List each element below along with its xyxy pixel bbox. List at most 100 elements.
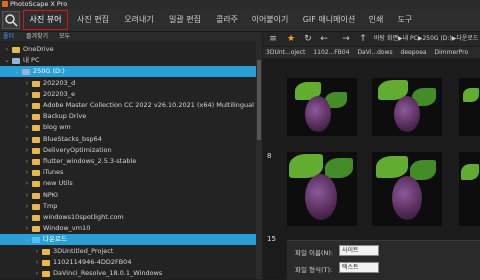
chevron-down-icon[interactable]: ⌄	[4, 55, 10, 66]
tree-item-label: NPKI	[43, 190, 58, 199]
chevron-right-icon[interactable]: ›	[24, 178, 30, 189]
tree-item[interactable]: › 1102114946-4DD2FB04	[0, 257, 262, 268]
tree-item[interactable]: ⌄ 내 PC	[0, 55, 262, 66]
folder-icon	[32, 226, 40, 233]
folder-icon	[32, 147, 40, 154]
subfolder-item[interactable]: 3DUnt...oject	[266, 47, 305, 58]
menu-icon[interactable]: ≡	[267, 33, 279, 45]
subfolder-item[interactable]: DaVi...dows	[357, 47, 392, 58]
search-button[interactable]	[2, 11, 20, 29]
chevron-right-icon[interactable]: ›	[24, 89, 30, 100]
tree-item[interactable]: › Adobe Master Collection CC 2022 v26.10.…	[0, 100, 262, 111]
tree-item-label: blog wm	[43, 123, 71, 132]
arrow-left-icon[interactable]: ←	[318, 33, 330, 45]
tree-item[interactable]: › Tmp	[0, 201, 262, 212]
tree-item[interactable]: ⌄ 250G (D:)	[0, 66, 262, 78]
chevron-right-icon[interactable]: ›	[4, 44, 10, 55]
tree-item-label: OneDrive	[23, 45, 54, 53]
tab-all[interactable]: 모두	[59, 32, 70, 41]
photo-thumbnail[interactable]	[372, 78, 442, 136]
app-title: PhotoScape X Pro	[10, 0, 68, 8]
refresh-icon[interactable]: ↻	[302, 33, 314, 45]
chevron-right-icon[interactable]: ›	[24, 190, 30, 201]
chevron-right-icon[interactable]: ›	[24, 78, 30, 89]
title-bar: PhotoScape X Pro	[0, 0, 480, 9]
tree-item[interactable]: › iTunes	[0, 167, 262, 178]
tab-print[interactable]: 인쇄	[364, 10, 388, 30]
tab-gif-animation[interactable]: GIF 애니메이션	[298, 10, 360, 30]
tree-item[interactable]: › NPKI	[0, 190, 262, 201]
file-type-select[interactable]: 텍스트	[339, 262, 379, 273]
tree-item-label: DaVinci_Resolve_18.0.1_Windows	[53, 269, 163, 277]
subfolder-item[interactable]: 1102...FB04	[313, 47, 349, 58]
tree-item[interactable]: › 202203_e	[0, 89, 262, 100]
tree-item[interactable]: › BlueStacks_bsp64	[0, 134, 262, 145]
photo-index: 8	[267, 152, 272, 160]
subfolder-item[interactable]: DimmerPro	[435, 47, 469, 58]
tab-photo-viewer[interactable]: 사진 뷰어	[23, 10, 68, 30]
tree-item[interactable]: › Window_vm10	[0, 223, 262, 234]
tab-cutout[interactable]: 오려내기	[118, 10, 160, 30]
star-icon[interactable]: ★	[285, 33, 297, 45]
subfolder-item[interactable]: deepoea	[401, 47, 427, 58]
tab-photo-edit[interactable]: 사진 편집	[72, 10, 114, 30]
photo-thumbnail[interactable]	[459, 78, 480, 136]
photo-thumbnail[interactable]	[459, 152, 480, 226]
folder-icon	[32, 114, 40, 121]
tree-item[interactable]: › DaVinci_Resolve_18.0.1_Windows	[0, 268, 262, 279]
tree-scroll-thumb[interactable]	[257, 60, 261, 140]
chevron-right-icon[interactable]: ›	[24, 156, 30, 167]
tab-folders[interactable]: 폴더	[3, 32, 14, 41]
tree-item-label: 250G (D:)	[33, 67, 65, 76]
folder-icon	[32, 170, 40, 177]
chevron-right-icon[interactable]: ›	[34, 246, 40, 257]
tree-item-label: BlueStacks_bsp64	[43, 134, 102, 143]
tab-batch-edit[interactable]: 일괄 편집	[164, 10, 206, 30]
tree-item-label: Window_vm10	[43, 224, 91, 233]
arrow-up-icon[interactable]: ↑	[357, 33, 369, 45]
tree-item[interactable]: ⌄ 다운로드	[0, 234, 262, 246]
chevron-down-icon[interactable]: ⌄	[24, 234, 30, 245]
chevron-right-icon[interactable]: ›	[34, 268, 40, 279]
tree-item[interactable]: › windows10spotlight.com	[0, 212, 262, 223]
drive-icon	[22, 69, 30, 76]
chevron-right-icon[interactable]: ›	[24, 100, 30, 111]
photo-thumbnail[interactable]	[287, 152, 357, 226]
folder-icon	[32, 80, 40, 87]
tree-item[interactable]: › blog wm	[0, 122, 262, 133]
app-logo-icon	[2, 1, 8, 7]
tree-item-label: 202203_e	[43, 89, 76, 98]
chevron-right-icon[interactable]: ›	[24, 201, 30, 212]
chevron-right-icon[interactable]: ›	[24, 122, 30, 133]
chevron-right-icon[interactable]: ›	[34, 257, 40, 268]
tree-item[interactable]: › DeliveryOptimization	[0, 145, 262, 156]
chevron-right-icon[interactable]: ›	[24, 167, 30, 178]
arrow-right-icon[interactable]: →	[340, 33, 352, 45]
tab-favorites[interactable]: 즐겨찾기	[26, 32, 48, 41]
folder-path[interactable]: 바탕 화면▶내 PC▶250G (D:)▶다운로드	[374, 33, 480, 45]
tab-tools[interactable]: 도구	[392, 10, 418, 30]
tab-combine[interactable]: 이어붙이기	[246, 10, 294, 30]
chevron-right-icon[interactable]: ›	[24, 111, 30, 122]
tree-item-label: new Utils	[43, 179, 73, 188]
chevron-right-icon[interactable]: ›	[24, 145, 30, 156]
folder-icon	[42, 248, 50, 255]
photo-thumbnail[interactable]	[372, 152, 442, 226]
tree-item[interactable]: › new Utils	[0, 178, 262, 189]
photo-thumbnail[interactable]	[287, 78, 357, 136]
chevron-right-icon[interactable]: ›	[24, 223, 30, 234]
tree-item[interactable]: › OneDrive	[0, 44, 262, 55]
folder-icon	[32, 136, 40, 143]
folder-icon	[32, 91, 40, 98]
tree-item[interactable]: › 202203_d	[0, 78, 262, 89]
folder-icon	[32, 215, 40, 221]
tab-collage[interactable]: 콜라주	[210, 10, 244, 30]
tree-item-label: flutter_windows_2.5.3-stable	[43, 157, 137, 165]
tree-item[interactable]: › Backup Drive	[0, 111, 262, 122]
file-name-field[interactable]: 사이트	[339, 245, 379, 256]
tree-item[interactable]: › flutter_windows_2.5.3-stable	[0, 156, 262, 167]
chevron-down-icon[interactable]: ⌄	[14, 66, 20, 77]
chevron-right-icon[interactable]: ›	[24, 134, 30, 145]
chevron-right-icon[interactable]: ›	[24, 212, 30, 223]
tree-item[interactable]: › 3DUntitled_Project	[0, 246, 262, 257]
